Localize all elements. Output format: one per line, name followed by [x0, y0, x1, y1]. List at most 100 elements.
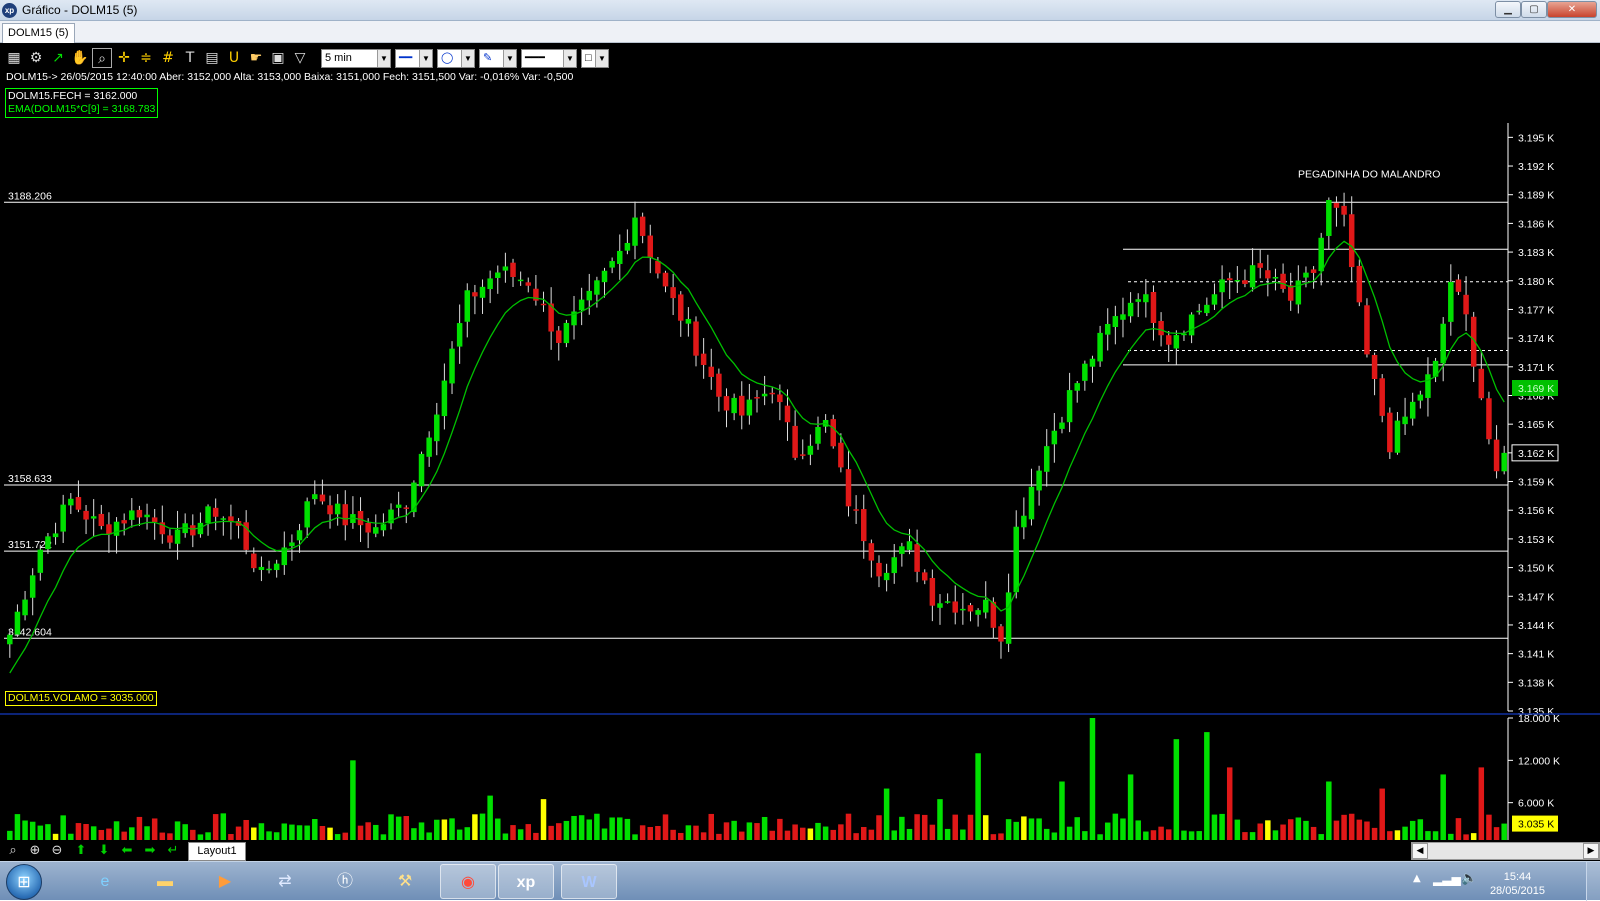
scroll-right-icon[interactable]: ▶	[1583, 843, 1599, 859]
word-icon[interactable]: W	[561, 864, 617, 899]
down-arrow-icon[interactable]: ⬇	[95, 842, 113, 860]
interval-value: 5 min	[325, 52, 352, 64]
back-arrow-icon[interactable]: ↵	[164, 842, 182, 860]
hline-icon[interactable]: ≑	[136, 48, 156, 68]
candle-up	[289, 542, 295, 547]
magnet-icon[interactable]: U	[224, 48, 244, 68]
candle-up	[90, 516, 97, 519]
line-style-select[interactable]: ━━━ ▼	[521, 49, 577, 68]
price-tick-label: 3.156 K	[1518, 505, 1554, 517]
up-arrow-icon[interactable]: ⬆	[72, 842, 90, 860]
crosshair-icon[interactable]: ✛	[114, 48, 134, 68]
zoom-icon[interactable]: ⌕	[4, 842, 22, 860]
volume-icon[interactable]: 🔈	[1461, 871, 1477, 886]
candle-up	[1104, 323, 1111, 335]
volume-legend: DOLM15.VOLAMO = 3035.000	[5, 691, 157, 706]
text-icon[interactable]: T	[180, 48, 200, 68]
horizontal-scrollbar[interactable]: ◀ ▶	[1411, 842, 1600, 860]
zoom-in-icon[interactable]: ⊕	[26, 842, 44, 860]
candle-down	[739, 395, 745, 416]
price-chart[interactable]: 3.195 K 3.192 K 3.189 K 3.186 K 3.183 K 3.180…	[0, 43, 1600, 861]
candle-down	[98, 513, 105, 527]
hand-icon[interactable]: ✋	[70, 48, 90, 68]
candle-up	[624, 242, 631, 251]
window-title: Gráfico - DOLM15 (5)	[22, 3, 138, 17]
candle-up	[1425, 374, 1431, 398]
chart-type-icon[interactable]: ▦	[4, 48, 24, 68]
xp-icon[interactable]: xp	[498, 864, 554, 899]
show-desktop-button[interactable]	[1586, 862, 1600, 901]
candle-up	[1005, 592, 1012, 644]
calculator-icon[interactable]: ▤	[202, 48, 222, 68]
candle-down	[860, 509, 867, 542]
clock[interactable]: 15:44 28/05/2015	[1490, 870, 1545, 898]
line-color-select[interactable]: ━━ ▼	[395, 49, 433, 68]
network-icon[interactable]: ⇄	[257, 864, 313, 899]
minimize-button[interactable]: ▁	[1495, 1, 1521, 18]
candle-up	[1082, 363, 1088, 381]
start-button[interactable]: ⊞	[6, 864, 42, 900]
candle-down	[327, 505, 333, 515]
scroll-left-icon[interactable]: ◀	[1412, 843, 1428, 859]
fill-select[interactable]: □ ▼	[581, 49, 609, 68]
legend-close: DOLM15.FECH = 3162.000	[8, 90, 138, 102]
candle-up	[52, 533, 59, 538]
right-arrow-icon[interactable]: ➡	[141, 842, 159, 860]
chevron-down-icon: ▼	[461, 50, 474, 67]
candle-up	[1127, 302, 1134, 317]
candle-up	[1394, 420, 1401, 453]
gear-icon[interactable]: ⚙	[26, 48, 46, 68]
candle-down	[784, 405, 791, 423]
candle-up	[220, 518, 227, 520]
clipboard-icon[interactable]: ▣	[268, 48, 288, 68]
hp-icon[interactable]: ⓗ	[317, 864, 373, 899]
candle-down	[75, 497, 82, 510]
candle-up	[129, 510, 135, 520]
price-tick-label: 3.174 K	[1518, 333, 1554, 345]
candle-down	[647, 235, 654, 259]
zoom-out-icon[interactable]: ⊖	[48, 842, 66, 860]
tab-dolm15[interactable]: DOLM15 (5)	[2, 23, 75, 43]
maximize-button[interactable]: ▢	[1521, 1, 1547, 18]
grid-icon[interactable]: #	[158, 48, 178, 68]
show-hidden-icons-icon[interactable]: ▲	[1413, 873, 1421, 884]
candle-down	[952, 601, 958, 613]
media-player-icon[interactable]: ▶	[197, 864, 253, 899]
folder-icon[interactable]: ▬	[137, 864, 193, 899]
signal-icon[interactable]: ▂▃▅	[1433, 872, 1461, 886]
candle-up	[411, 482, 417, 513]
clock-time: 15:44	[1503, 871, 1532, 883]
chevron-down-icon: ▼	[503, 50, 516, 67]
volume-tick-label: 18.000 K	[1518, 713, 1560, 725]
candle-down	[342, 504, 349, 526]
left-arrow-icon[interactable]: ⬅	[118, 842, 136, 860]
price-tick-label: 3.189 K	[1518, 190, 1554, 202]
hand-point-icon[interactable]: ☛	[246, 48, 266, 68]
tool-icon[interactable]: ⚒	[377, 864, 433, 899]
filter-icon[interactable]: ▽	[290, 48, 310, 68]
candle-down	[830, 419, 836, 447]
candle-down	[693, 321, 699, 356]
draw-tool-select[interactable]: ✎ ▼	[479, 49, 517, 68]
candle-up	[1074, 383, 1080, 391]
candle-up	[1326, 200, 1332, 236]
cursor-icon[interactable]: ↗	[48, 48, 68, 68]
layout-tab[interactable]: Layout1	[188, 842, 246, 861]
zoom-rect-icon[interactable]: ⌕	[92, 48, 112, 68]
candle-up	[746, 399, 753, 416]
ie-icon[interactable]: e	[77, 864, 133, 899]
candle-up	[1021, 515, 1027, 528]
candle-up	[761, 393, 768, 397]
shape-select[interactable]: ◯ ▼	[437, 49, 475, 68]
level-label: 3142.604	[8, 626, 52, 638]
close-button[interactable]: ✕	[1547, 1, 1597, 18]
candle-up	[205, 506, 211, 524]
candle-up	[258, 566, 265, 571]
interval-select[interactable]: 5 min ▼	[321, 49, 391, 68]
system-tray: ▲ ▂▃▅ 🔈 15:44 28/05/2015	[1413, 862, 1600, 901]
chrome-icon[interactable]: ◉	[440, 864, 496, 899]
candle-up	[1120, 314, 1126, 320]
candle-up	[815, 426, 821, 444]
candle-up	[906, 541, 913, 550]
candle-up	[594, 280, 600, 295]
